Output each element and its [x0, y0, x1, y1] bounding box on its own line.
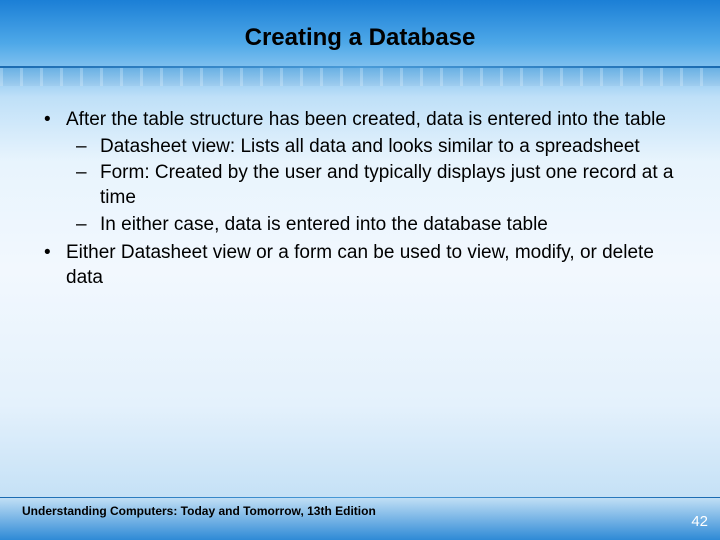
decorative-band [0, 68, 720, 86]
bullet-level2: Form: Created by the user and typically … [76, 161, 678, 210]
bullet-text: Datasheet view: Lists all data and looks… [100, 136, 640, 157]
bullet-level2: Datasheet view: Lists all data and looks… [76, 135, 678, 160]
slide-footer: Understanding Computers: Today and Tomor… [0, 497, 720, 519]
bullet-text: After the table structure has been creat… [66, 109, 666, 130]
slide-body: After the table structure has been creat… [0, 86, 720, 291]
bullet-level1: After the table structure has been creat… [42, 108, 678, 237]
bullet-level1: Either Datasheet view or a form can be u… [42, 241, 678, 290]
bullet-text: Either Datasheet view or a form can be u… [66, 242, 654, 288]
slide-title: Creating a Database [0, 0, 720, 66]
footer-text: Understanding Computers: Today and Tomor… [0, 504, 720, 518]
footer-divider [0, 497, 720, 499]
page-number: 42 [691, 513, 708, 530]
bullet-level2: In either case, data is entered into the… [76, 213, 678, 238]
bullet-text: In either case, data is entered into the… [100, 214, 548, 235]
bullet-text: Form: Created by the user and typically … [100, 162, 673, 208]
